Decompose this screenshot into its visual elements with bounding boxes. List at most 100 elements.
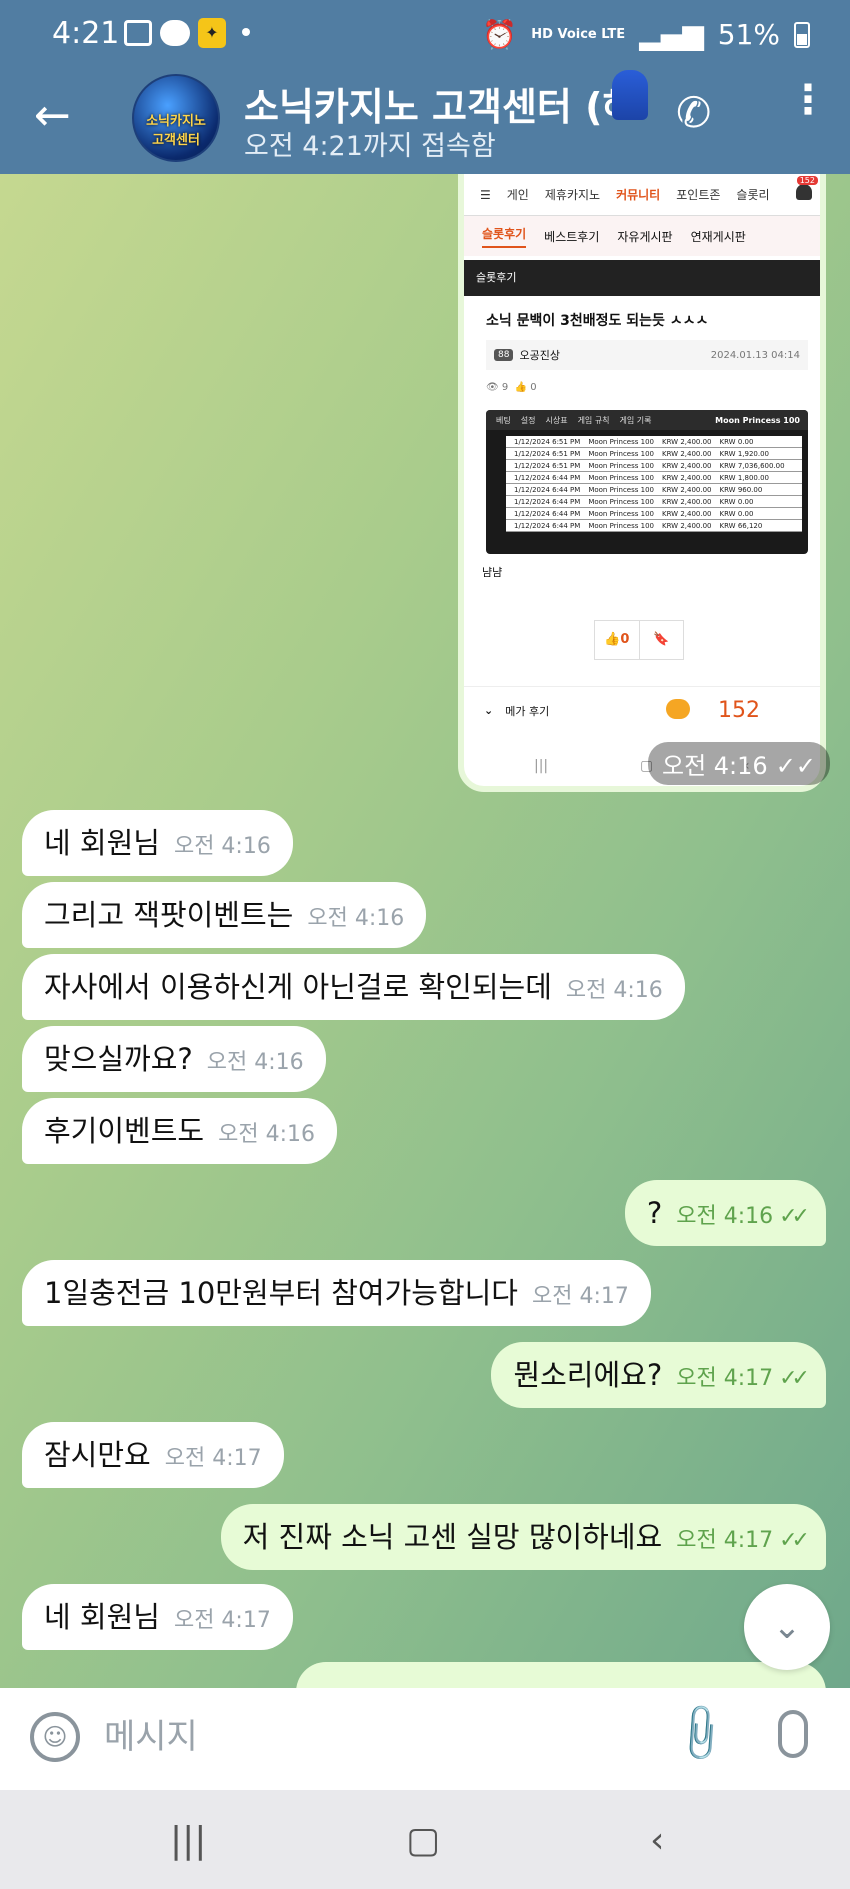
game-tab: 베팅	[496, 415, 511, 425]
message-time: 오전 4:17	[173, 1608, 271, 1633]
message-text: 뭔소리에요?	[513, 1358, 663, 1392]
eye-icon: 👁	[486, 382, 499, 393]
game-history-row: 1/12/2024 6:44 PM Moon Princess 100 KRW 2,…	[506, 508, 802, 520]
message-time: 오전 4:16	[307, 906, 405, 931]
double-check-icon: ✓✓	[775, 752, 816, 780]
message-timestamp: 오전 4:16 ✓✓	[648, 742, 830, 785]
chat-avatar[interactable]: 소닉카지노 고객센터	[132, 74, 220, 162]
status-time: 4:21	[52, 16, 120, 51]
game-history-rows: 1/12/2024 6:51 PM Moon Princess 100 KRW 2,…	[506, 436, 802, 532]
chat-notification-icon	[160, 20, 190, 46]
incoming-message[interactable]: 네 회원님 오전 4:16	[22, 810, 293, 876]
game-tabs: 베팅 설정 시상표 게임 규칙 게임 기록 Moon Princess 100	[486, 410, 808, 430]
chat-last-seen: 오전 4:21까지 접속함	[244, 131, 496, 162]
signal-icon: ▂▄▆	[639, 18, 704, 51]
message-time: 오전 4:17	[676, 1528, 774, 1553]
tab-serial-board: 연재게시판	[690, 229, 746, 244]
battery-percent: 51%	[717, 18, 780, 51]
tab-slot-review: 슬롯후기	[482, 225, 527, 248]
microphone-icon[interactable]	[778, 1710, 808, 1758]
scroll-down-button[interactable]: ⌄	[744, 1584, 830, 1670]
chat-title[interactable]: 소닉카지노 고객센터 (해	[244, 76, 614, 131]
message-time: 오전 4:16	[218, 1122, 315, 1147]
message-text: 자사에서 이용하신게 아닌걸로 확인되는데	[44, 970, 552, 1004]
game-history-row: 1/12/2024 6:51 PM Moon Princess 100 KRW 2,…	[506, 448, 802, 460]
message-input[interactable]	[104, 1706, 664, 1768]
more-notifications-dot-icon	[242, 28, 250, 36]
outgoing-message-partial	[296, 1662, 826, 1688]
game-history-row: 1/12/2024 6:44 PM Moon Princess 100 KRW 2,…	[506, 472, 802, 484]
nav-item: 슬롯리	[736, 188, 770, 202]
network-indicator: HD Voice LTE	[531, 27, 626, 42]
screenshot-tabs: 슬롯후기 베스트후기 자유게시판 연재게시판	[464, 216, 820, 256]
emoji-icon[interactable]: ☺	[30, 1712, 80, 1762]
thumbs-up-icon: 👍	[604, 632, 621, 647]
outgoing-message[interactable]: 저 진짜 소닉 고센 실망 많이하네요 오전 4:17 ✓✓	[220, 1504, 826, 1570]
incoming-message[interactable]: 1일충전금 10만원부터 참여가능합니다 오전 4:17	[22, 1260, 651, 1326]
game-history-row: 1/12/2024 6:51 PM Moon Princess 100 KRW 2,…	[506, 460, 802, 472]
like-button: 👍0	[595, 621, 640, 659]
incoming-message[interactable]: 그리고 잭팟이벤트는 오전 4:16	[22, 882, 427, 948]
author-name: 오공진상	[519, 349, 560, 362]
message-text: 1일충전금 10만원부터 참여가능합니다	[44, 1276, 518, 1310]
back-arrow-icon[interactable]: ←	[34, 90, 71, 141]
message-time: 오전 4:17	[676, 1366, 774, 1391]
incoming-message[interactable]: 후기이벤트도 오전 4:16	[22, 1098, 337, 1164]
menu-icon: ☰	[480, 187, 491, 202]
message-time: 오전 4:16	[173, 834, 271, 859]
game-history-row: 1/12/2024 6:44 PM Moon Princess 100 KRW 2,…	[506, 484, 802, 496]
outgoing-message[interactable]: ? 오전 4:16 ✓✓	[624, 1180, 826, 1246]
post-author-row: 88 오공진상 2024.01.13 04:14	[486, 340, 808, 370]
incoming-message[interactable]: 맞으실까요? 오전 4:16	[22, 1026, 326, 1092]
post-actions: 👍0 🔖	[594, 620, 684, 660]
tab-best-review: 베스트후기	[544, 229, 600, 244]
like-count: 0	[530, 382, 537, 393]
outgoing-message[interactable]: 뭔소리에요? 오전 4:17 ✓✓	[491, 1342, 826, 1408]
message-text: 잠시만요	[44, 1438, 151, 1472]
game-title: Moon Princess 100	[715, 415, 800, 425]
recents-icon: |||	[534, 758, 549, 774]
home-icon[interactable]: ▢	[406, 1820, 440, 1861]
bell-icon	[796, 184, 812, 200]
bookmark-icon: 🔖	[653, 632, 670, 647]
message-text: 네 회원님	[44, 826, 160, 860]
game-tab: 시상표	[545, 415, 568, 425]
incoming-message[interactable]: 잠시만요 오전 4:17	[22, 1422, 284, 1488]
footer-label: 메가 후기	[505, 704, 550, 718]
comment-bubble-icon	[666, 699, 690, 719]
message-text: 그리고 잭팟이벤트는	[44, 898, 294, 932]
gallery-icon	[124, 20, 152, 46]
game-history-row: 1/12/2024 6:44 PM Moon Princess 100 KRW 2,…	[506, 520, 802, 532]
app-notification-icon: ✦	[198, 18, 226, 48]
phone-call-icon[interactable]: ✆	[676, 88, 711, 137]
status-right: ⏰ HD Voice LTE ▂▄▆ 51%	[482, 18, 810, 51]
comment-count: 152	[718, 698, 760, 723]
chat-area[interactable]: ☰ 게인 제휴카지노 커뮤니티 포인트존 슬롯리 152 슬롯후기 베스트후기 …	[0, 174, 850, 1688]
shared-screenshot-message[interactable]: ☰ 게인 제휴카지노 커뮤니티 포인트존 슬롯리 152 슬롯후기 베스트후기 …	[458, 174, 826, 792]
sonic-emoji-icon	[612, 70, 648, 120]
notification-badge: 152	[796, 176, 818, 185]
thumbs-up-icon: 👍	[514, 382, 528, 393]
message-time: 오전 4:16	[565, 978, 663, 1003]
incoming-message[interactable]: 네 회원님 오전 4:17	[22, 1584, 293, 1650]
message-text: ?	[646, 1196, 663, 1230]
alarm-icon: ⏰	[482, 18, 518, 51]
message-text: 저 진짜 소닉 고센 실망 많이하네요	[242, 1520, 663, 1554]
post-footer: ⌄ 메가 후기 152	[464, 686, 820, 734]
system-nav-bar: ||| ▢ ‹	[0, 1790, 850, 1889]
message-text: 맞으실까요?	[44, 1042, 193, 1076]
more-options-icon[interactable]: ⋮	[788, 80, 828, 120]
incoming-message[interactable]: 자사에서 이용하신게 아닌걸로 확인되는데 오전 4:16	[22, 954, 685, 1020]
game-tab: 게임 기록	[619, 415, 652, 425]
status-bar: 4:21 ✦ ⏰ HD Voice LTE ▂▄▆ 51%	[0, 0, 850, 70]
avatar-label: 소닉카지노 고객센터	[146, 114, 206, 148]
message-time: 오전 4:16	[206, 1050, 304, 1075]
message-time: 오전 4:16	[676, 1204, 774, 1229]
paperclip-icon[interactable]: 📎	[667, 1699, 735, 1768]
recents-icon[interactable]: |||	[170, 1820, 206, 1861]
post-title: 소닉 문백이 3천배정도 되는듯 ㅅㅅㅅ	[486, 313, 709, 329]
post-stats: 👁 9 👍 0	[486, 382, 537, 393]
back-icon[interactable]: ‹	[650, 1820, 664, 1861]
message-text: 후기이벤트도	[44, 1114, 205, 1148]
double-check-icon: ✓✓	[779, 1528, 810, 1553]
